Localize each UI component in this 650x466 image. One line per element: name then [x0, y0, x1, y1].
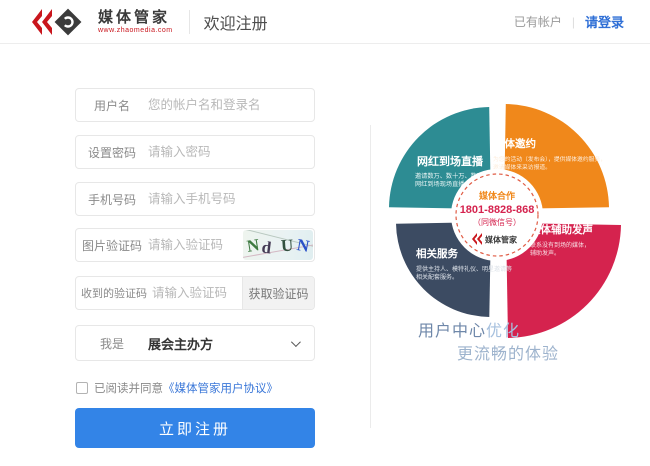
password-field[interactable]: 设置密码: [75, 135, 315, 169]
agreement-link[interactable]: 《媒体管家用户协议》: [163, 380, 278, 396]
agreement-row: 已阅读并同意 《媒体管家用户协议》: [76, 380, 278, 396]
phone-input[interactable]: [148, 192, 314, 206]
brand-url: www.zhaomedia.com: [98, 27, 173, 34]
center-note: （同微信号）: [473, 217, 521, 227]
brand-logo-icon: [30, 7, 92, 37]
image-captcha-label: 图片验证码: [76, 237, 148, 254]
content-divider: [370, 125, 371, 428]
segment-title: 媒体邀约: [493, 137, 536, 150]
role-value: 展会主办方: [148, 334, 213, 353]
center-title: 媒体合作: [478, 190, 515, 201]
segment-desc: 提供主持人、模特礼仪、明星邀请等: [416, 265, 512, 273]
captcha-char: N: [296, 236, 311, 255]
segment-title: 网红到场直播: [417, 154, 484, 168]
have-account-label: 已有帐户: [514, 13, 562, 30]
center-brand-name: 媒体管家: [484, 235, 518, 245]
tagline-line1: 用户中心优化: [418, 317, 520, 341]
tagline-line2: 更流畅的体验: [457, 340, 559, 364]
header: 媒体管家 www.zhaomedia.com 欢迎注册 已有帐户 | 请登录: [0, 0, 650, 44]
role-select[interactable]: 我是 展会主办方: [75, 325, 315, 361]
sms-code-field[interactable]: 收到的验证码 获取验证码: [75, 276, 315, 310]
username-field[interactable]: 用户名: [75, 88, 315, 122]
phone-field[interactable]: 手机号码: [75, 182, 315, 216]
username-label: 用户名: [76, 97, 148, 114]
sms-code-input[interactable]: [152, 286, 242, 300]
login-link[interactable]: 请登录: [585, 12, 624, 31]
image-captcha-input[interactable]: [148, 238, 243, 252]
captcha-char: d: [261, 238, 272, 256]
agreement-checkbox[interactable]: [76, 382, 88, 394]
tagline-part1: 用户中心: [418, 323, 486, 340]
password-label: 设置密码: [76, 144, 148, 161]
captcha-char: U: [281, 236, 294, 254]
captcha-image[interactable]: N d U N: [243, 230, 313, 260]
username-input[interactable]: [148, 98, 314, 112]
page-title: 欢迎注册: [204, 10, 268, 34]
agreement-text: 已阅读并同意: [94, 380, 163, 396]
header-divider: [189, 10, 190, 34]
phone-label: 手机号码: [76, 191, 148, 208]
chevron-down-icon: [291, 337, 301, 347]
segment-desc: 为您的活动（发布会），提供媒体邀约服务，: [493, 155, 606, 163]
tagline-part2: 优化: [486, 323, 520, 340]
header-separator: |: [572, 15, 575, 29]
segment-desc: 联系没有到场的媒体，: [530, 241, 590, 249]
segment-desc: 相关配套服务。: [416, 273, 458, 281]
brand-logo[interactable]: 媒体管家 www.zhaomedia.com: [30, 7, 173, 37]
captcha-char: N: [245, 236, 260, 255]
register-button[interactable]: 立即注册: [75, 408, 315, 448]
sms-code-label: 收到的验证码: [76, 285, 152, 301]
segment-title: 相关服务: [416, 247, 458, 260]
center-phone: 1801-8828-868: [460, 204, 535, 216]
register-page: 媒体管家 www.zhaomedia.com 欢迎注册 已有帐户 | 请登录 用…: [0, 0, 650, 466]
segment-desc: 辅助发声。: [530, 249, 560, 257]
role-label: 我是: [76, 335, 148, 352]
brand-name: 媒体管家: [98, 10, 173, 25]
password-input[interactable]: [148, 145, 314, 159]
get-code-button[interactable]: 获取验证码: [242, 277, 314, 309]
image-captcha-field[interactable]: 图片验证码 N d U N: [75, 228, 315, 262]
